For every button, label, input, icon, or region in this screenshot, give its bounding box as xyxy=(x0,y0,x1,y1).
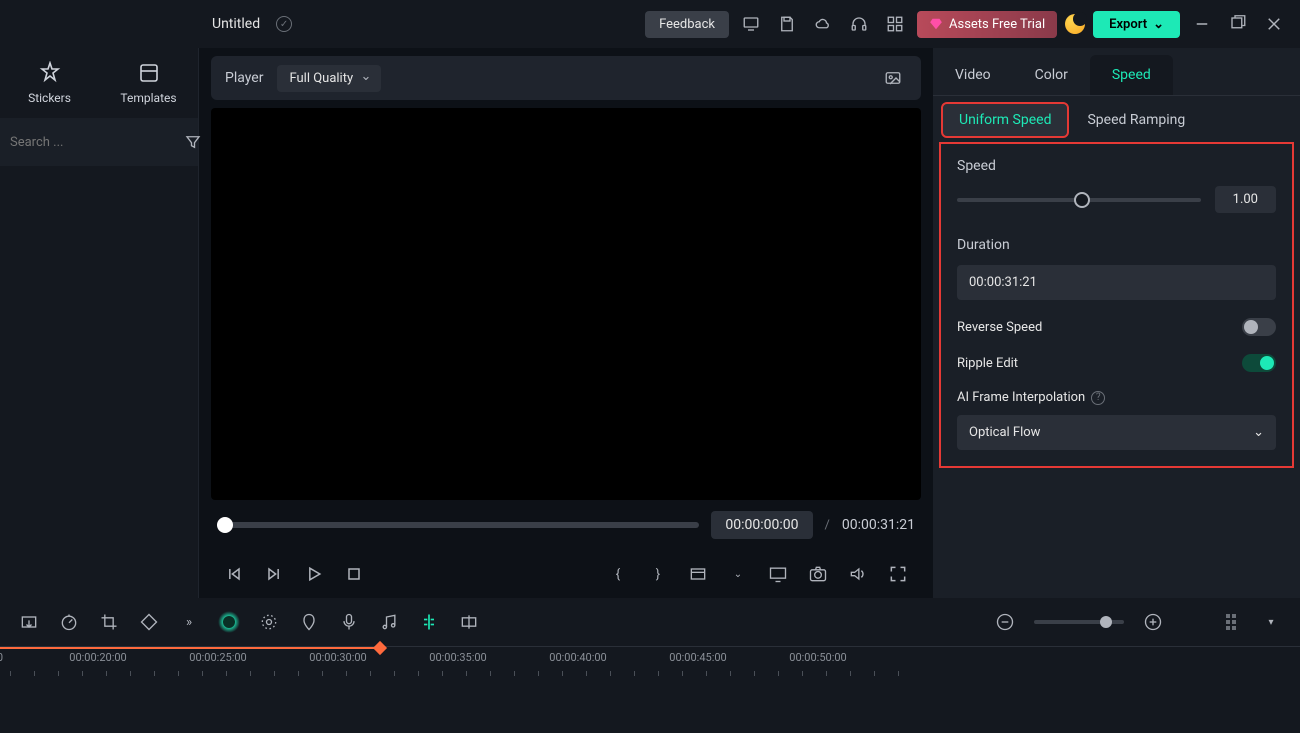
zoom-slider[interactable] xyxy=(1034,620,1124,624)
export-button[interactable]: Export ⌄ xyxy=(1093,11,1180,38)
player-label: Player xyxy=(225,70,263,86)
chevron-down-icon: ⌄ xyxy=(1253,425,1264,440)
speed-value[interactable]: 1.00 xyxy=(1215,186,1276,213)
search-input[interactable] xyxy=(10,135,176,150)
templates-tab[interactable]: Templates xyxy=(99,48,198,118)
top-bar: Untitled ✓ Feedback Assets Free Trial Ex… xyxy=(0,0,1300,48)
stickers-icon xyxy=(38,61,62,85)
mark-out-icon[interactable]: } xyxy=(647,563,669,585)
headset-icon[interactable] xyxy=(845,10,873,38)
tl-marker-icon[interactable] xyxy=(298,611,320,633)
maximize-icon[interactable] xyxy=(1224,10,1252,38)
scrub-bar[interactable] xyxy=(217,522,699,528)
chevron-down-icon: ⌄ xyxy=(1153,17,1164,32)
timeline-playhead[interactable] xyxy=(0,647,380,649)
close-icon[interactable] xyxy=(1260,10,1288,38)
zoom-in-icon[interactable] xyxy=(1142,611,1164,633)
subtab-speed-ramping[interactable]: Speed Ramping xyxy=(1071,104,1201,136)
theme-icon[interactable] xyxy=(1065,14,1085,34)
ripple-toggle[interactable] xyxy=(1242,354,1276,372)
tl-view-chevron-icon[interactable]: ▾ xyxy=(1260,611,1282,633)
minimize-icon[interactable] xyxy=(1188,10,1216,38)
player-panel: Player Full Quality 00:00:00:00 / 00:00:… xyxy=(199,48,933,598)
fullscreen-icon[interactable] xyxy=(887,563,909,585)
tl-audio-icon[interactable] xyxy=(378,611,400,633)
tab-video[interactable]: Video xyxy=(933,55,1013,95)
zoom-out-icon[interactable] xyxy=(994,611,1016,633)
tl-expand-icon[interactable]: » xyxy=(178,611,200,633)
quality-select[interactable]: Full Quality xyxy=(277,65,381,92)
monitor-icon[interactable] xyxy=(737,10,765,38)
project-title: Untitled xyxy=(212,16,260,32)
title-status-icon: ✓ xyxy=(276,16,292,32)
total-time: 00:00:31:21 xyxy=(842,517,915,533)
aspect-chevron-icon[interactable]: ⌄ xyxy=(727,563,749,585)
scrub-head[interactable] xyxy=(217,517,233,533)
step-forward-icon[interactable] xyxy=(263,563,285,585)
ai-interp-select[interactable]: Optical Flow ⌄ xyxy=(957,415,1276,450)
gem-icon xyxy=(929,17,943,31)
tl-ai-icon[interactable] xyxy=(218,611,240,633)
timeline-ruler[interactable]: 0 00:00:20:00 00:00:25:00 00:00:30:00 00… xyxy=(0,646,1300,686)
ai-interp-value: Optical Flow xyxy=(969,425,1040,440)
save-icon[interactable] xyxy=(773,10,801,38)
tl-view-icon[interactable] xyxy=(1220,611,1242,633)
timeline: » ▾ 0 00:00:20:00 00:00:25:00 00:00:30:0… xyxy=(0,598,1300,733)
duration-input[interactable] xyxy=(957,265,1276,300)
camera-icon[interactable] xyxy=(807,563,829,585)
templates-icon xyxy=(137,61,161,85)
reverse-label: Reverse Speed xyxy=(957,320,1042,335)
feedback-button[interactable]: Feedback xyxy=(645,11,729,38)
tl-mic-icon[interactable] xyxy=(338,611,360,633)
tl-export-frame-icon[interactable] xyxy=(18,611,40,633)
tl-keyframe-icon[interactable] xyxy=(138,611,160,633)
prev-frame-icon[interactable] xyxy=(223,563,245,585)
ripple-label: Ripple Edit xyxy=(957,356,1018,371)
mark-in-icon[interactable]: { xyxy=(607,563,629,585)
tl-crop-icon[interactable] xyxy=(98,611,120,633)
time-separator: / xyxy=(825,518,830,533)
media-sidebar: Stickers Templates ⋯ xyxy=(0,48,199,598)
assets-trial-button[interactable]: Assets Free Trial xyxy=(917,11,1057,38)
tl-effects-icon[interactable] xyxy=(258,611,280,633)
current-time: 00:00:00:00 xyxy=(711,511,812,539)
export-label: Export xyxy=(1109,17,1147,32)
video-viewport[interactable] xyxy=(211,108,921,500)
stickers-tab[interactable]: Stickers xyxy=(0,48,99,118)
tab-color[interactable]: Color xyxy=(1013,55,1090,95)
duration-label: Duration xyxy=(957,237,1276,253)
volume-icon[interactable] xyxy=(847,563,869,585)
cloud-icon[interactable] xyxy=(809,10,837,38)
tl-speed-icon[interactable] xyxy=(58,611,80,633)
subtab-uniform-speed[interactable]: Uniform Speed xyxy=(943,104,1067,136)
apps-icon[interactable] xyxy=(881,10,909,38)
speed-slider[interactable] xyxy=(957,198,1201,202)
properties-panel: Video Color Speed Uniform Speed Speed Ra… xyxy=(933,48,1300,598)
snapshot-icon[interactable] xyxy=(879,64,907,92)
help-icon[interactable]: ? xyxy=(1091,391,1105,405)
speed-slider-thumb[interactable] xyxy=(1074,192,1090,208)
ai-interp-label: AI Frame Interpolation xyxy=(957,390,1085,405)
aspect-icon[interactable] xyxy=(687,563,709,585)
reverse-toggle[interactable] xyxy=(1242,318,1276,336)
tl-split-icon[interactable] xyxy=(418,611,440,633)
templates-label: Templates xyxy=(120,91,176,105)
speed-label: Speed xyxy=(957,158,1276,174)
stickers-label: Stickers xyxy=(28,91,71,105)
tl-insert-icon[interactable] xyxy=(458,611,480,633)
play-icon[interactable] xyxy=(303,563,325,585)
speed-panel: Speed 1.00 Duration Reverse Speed Ripple… xyxy=(941,144,1292,466)
display-icon[interactable] xyxy=(767,563,789,585)
tab-speed[interactable]: Speed xyxy=(1090,55,1173,95)
trial-label: Assets Free Trial xyxy=(949,17,1045,32)
stop-icon[interactable] xyxy=(343,563,365,585)
